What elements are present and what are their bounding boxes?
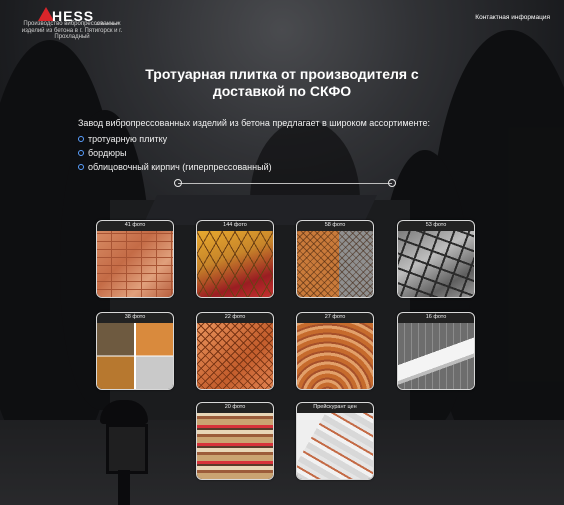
divider-slider[interactable] <box>174 179 396 187</box>
slider-left-handle[interactable] <box>174 179 182 187</box>
photo-count: 58 фото <box>324 222 346 228</box>
price-list-label: Прейскурант цен <box>313 404 357 410</box>
hero-intro: Завод вибропрессованных изделий из бетон… <box>78 118 431 128</box>
photo-count: 53 фото <box>425 222 447 228</box>
list-item: облицовочный кирпич (гиперпрессованный) <box>78 160 272 174</box>
photo-count: 38 фото <box>124 314 146 320</box>
card-photo <box>398 231 474 297</box>
slider-right-handle[interactable] <box>388 179 396 187</box>
photo-count: 16 фото <box>425 314 447 320</box>
photo-count: 20 фото <box>224 404 246 410</box>
company-tagline: Производство вибропрессованных изделий и… <box>21 21 123 40</box>
card-photo <box>297 231 373 297</box>
product-list: тротуарную плитку бордюры облицовочный к… <box>78 132 272 174</box>
gallery-card-curbs[interactable]: 16 фото <box>397 312 475 390</box>
gallery-card-paving-red[interactable]: 41 фото <box>96 220 174 298</box>
photo-count: 144 фото <box>223 222 247 228</box>
gallery-card-bricks[interactable]: 20 фото <box>196 402 274 480</box>
gallery-card-paving-yellow[interactable]: 144 фото <box>196 220 274 298</box>
card-photo <box>297 323 373 389</box>
bullet-icon <box>78 150 84 156</box>
card-photo <box>197 231 273 297</box>
card-photo <box>197 413 273 479</box>
gallery-card-price-list[interactable]: Прейскурант цен <box>296 402 374 480</box>
gallery-card-paving-wave[interactable]: 22 фото <box>196 312 274 390</box>
list-item: бордюры <box>78 146 272 160</box>
bullet-icon <box>78 164 84 170</box>
gallery-card-paving-circle[interactable]: 27 фото <box>296 312 374 390</box>
card-photo <box>197 323 273 389</box>
photo-count: 27 фото <box>324 314 346 320</box>
photo-count: 22 фото <box>224 314 246 320</box>
card-photo <box>297 413 373 479</box>
card-photo <box>97 231 173 297</box>
gallery-card-paving-orange[interactable]: 58 фото <box>296 220 374 298</box>
list-item: тротуарную плитку <box>78 132 272 146</box>
card-photo <box>97 323 173 389</box>
slider-track <box>178 182 392 184</box>
photo-count: 41 фото <box>124 222 146 228</box>
bullet-icon <box>78 136 84 142</box>
gallery-card-paving-mixed[interactable]: 38 фото <box>96 312 174 390</box>
contact-info-link[interactable]: Контактная информация <box>475 14 550 21</box>
card-photo <box>398 323 474 389</box>
gallery-card-paving-grey[interactable]: 53 фото <box>397 220 475 298</box>
hero-title: Тротуарная плитка от производителя с дос… <box>145 66 419 99</box>
